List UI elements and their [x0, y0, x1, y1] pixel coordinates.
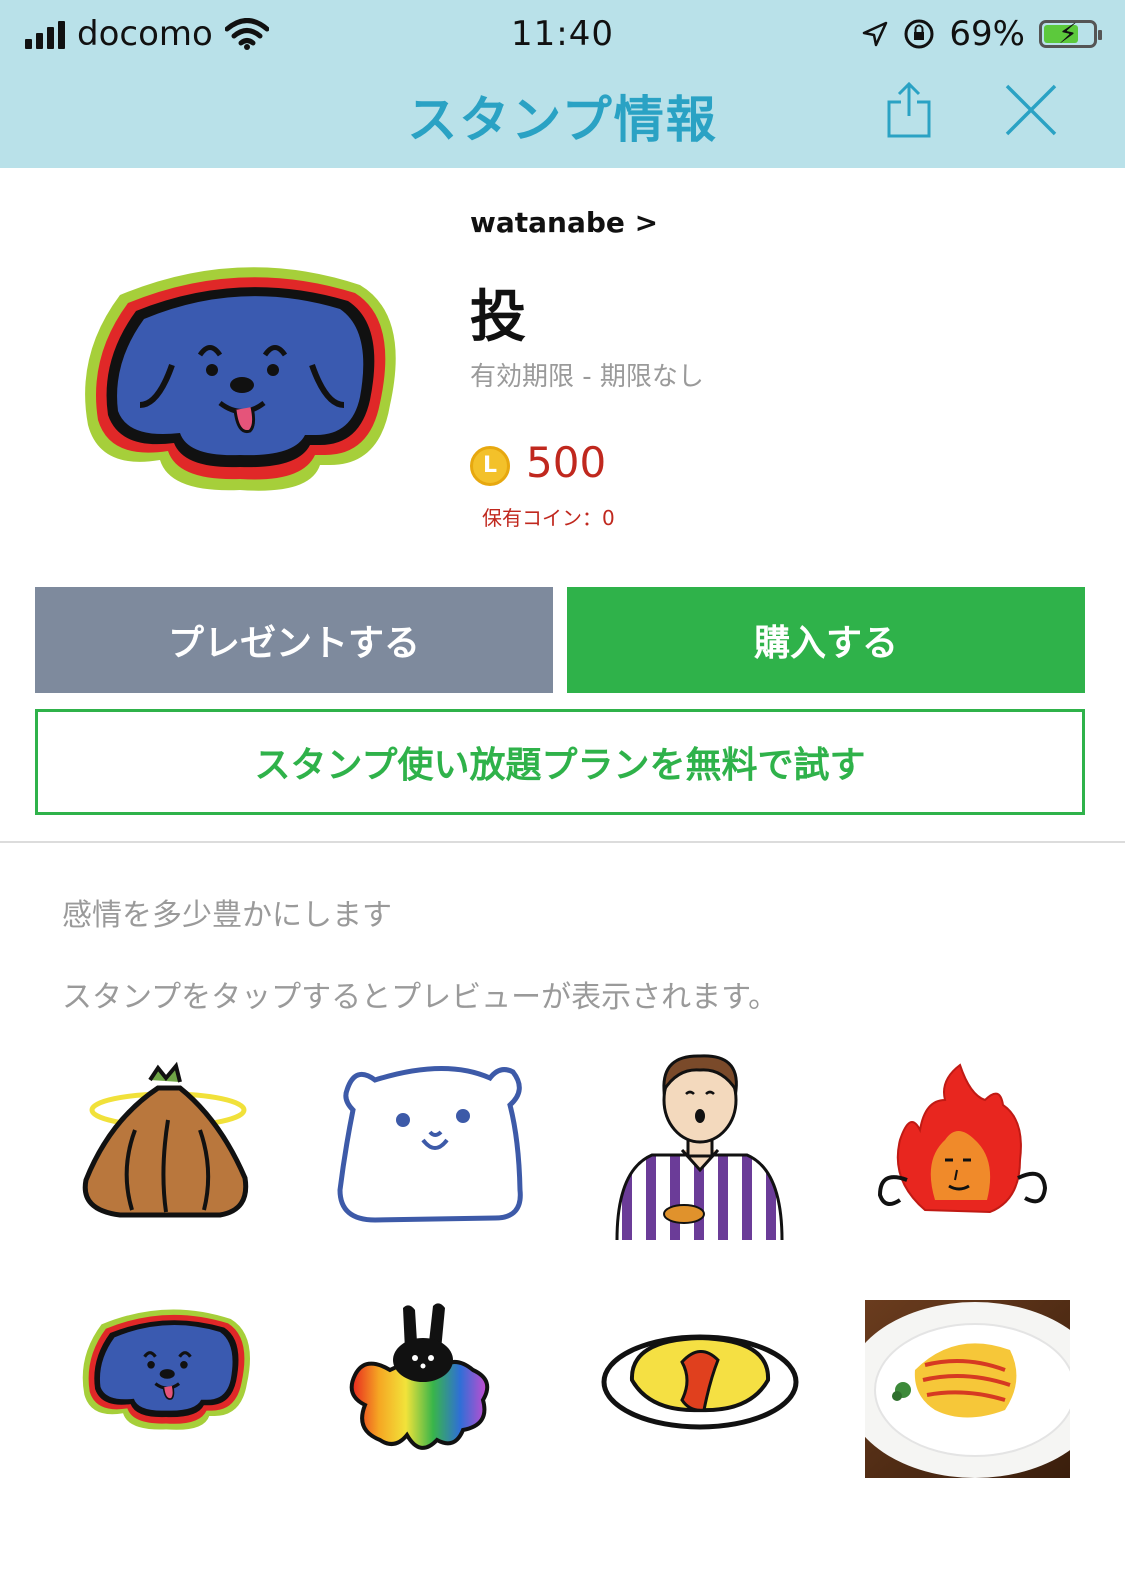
- status-right: 69% ⚡: [861, 14, 1102, 54]
- omelet-photo-sticker[interactable]: [865, 1300, 1070, 1478]
- description-text: 感情を多少豊かにします: [62, 898, 392, 933]
- rotation-lock-icon: [904, 19, 934, 49]
- expiry-text: 有効期限 - 期限なし: [470, 362, 704, 392]
- header: スタンプ情報: [0, 70, 1125, 168]
- trial-plan-button[interactable]: スタンプ使い放題プランを無料で試す: [35, 709, 1085, 815]
- sticker-title: 投: [470, 285, 526, 350]
- author-link[interactable]: watanabe >: [470, 206, 658, 239]
- blue-dog-sticker[interactable]: [80, 1300, 255, 1435]
- man-striped-shirt-sticker[interactable]: [612, 1050, 787, 1240]
- close-icon[interactable]: [1003, 82, 1059, 138]
- share-icon[interactable]: [885, 82, 933, 138]
- page-title: スタンプ情報: [407, 91, 718, 149]
- omelet-drawing-sticker[interactable]: [600, 1320, 800, 1435]
- white-bear-sticker[interactable]: [335, 1060, 530, 1235]
- status-bar: docomo 11:40 69% ⚡: [0, 0, 1125, 70]
- rainbow-rabbit-sticker[interactable]: [345, 1300, 495, 1460]
- battery-percent: 69%: [949, 14, 1025, 54]
- preview-hint-text: スタンプをタップするとプレビューが表示されます。: [62, 980, 779, 1015]
- owned-coins-text: 保有コイン：0: [482, 506, 615, 530]
- fire-character-sticker[interactable]: [875, 1060, 1050, 1235]
- battery-icon: ⚡: [1039, 17, 1102, 50]
- divider: [0, 841, 1125, 843]
- onion-angel-sticker[interactable]: [80, 1060, 255, 1235]
- location-arrow-icon: [863, 21, 888, 47]
- line-coin-icon: L: [470, 446, 510, 486]
- buy-button[interactable]: 購入する: [567, 587, 1085, 693]
- main-sticker-image: [85, 267, 396, 491]
- price-value: 500: [526, 438, 607, 487]
- present-button[interactable]: プレゼントする: [35, 587, 553, 693]
